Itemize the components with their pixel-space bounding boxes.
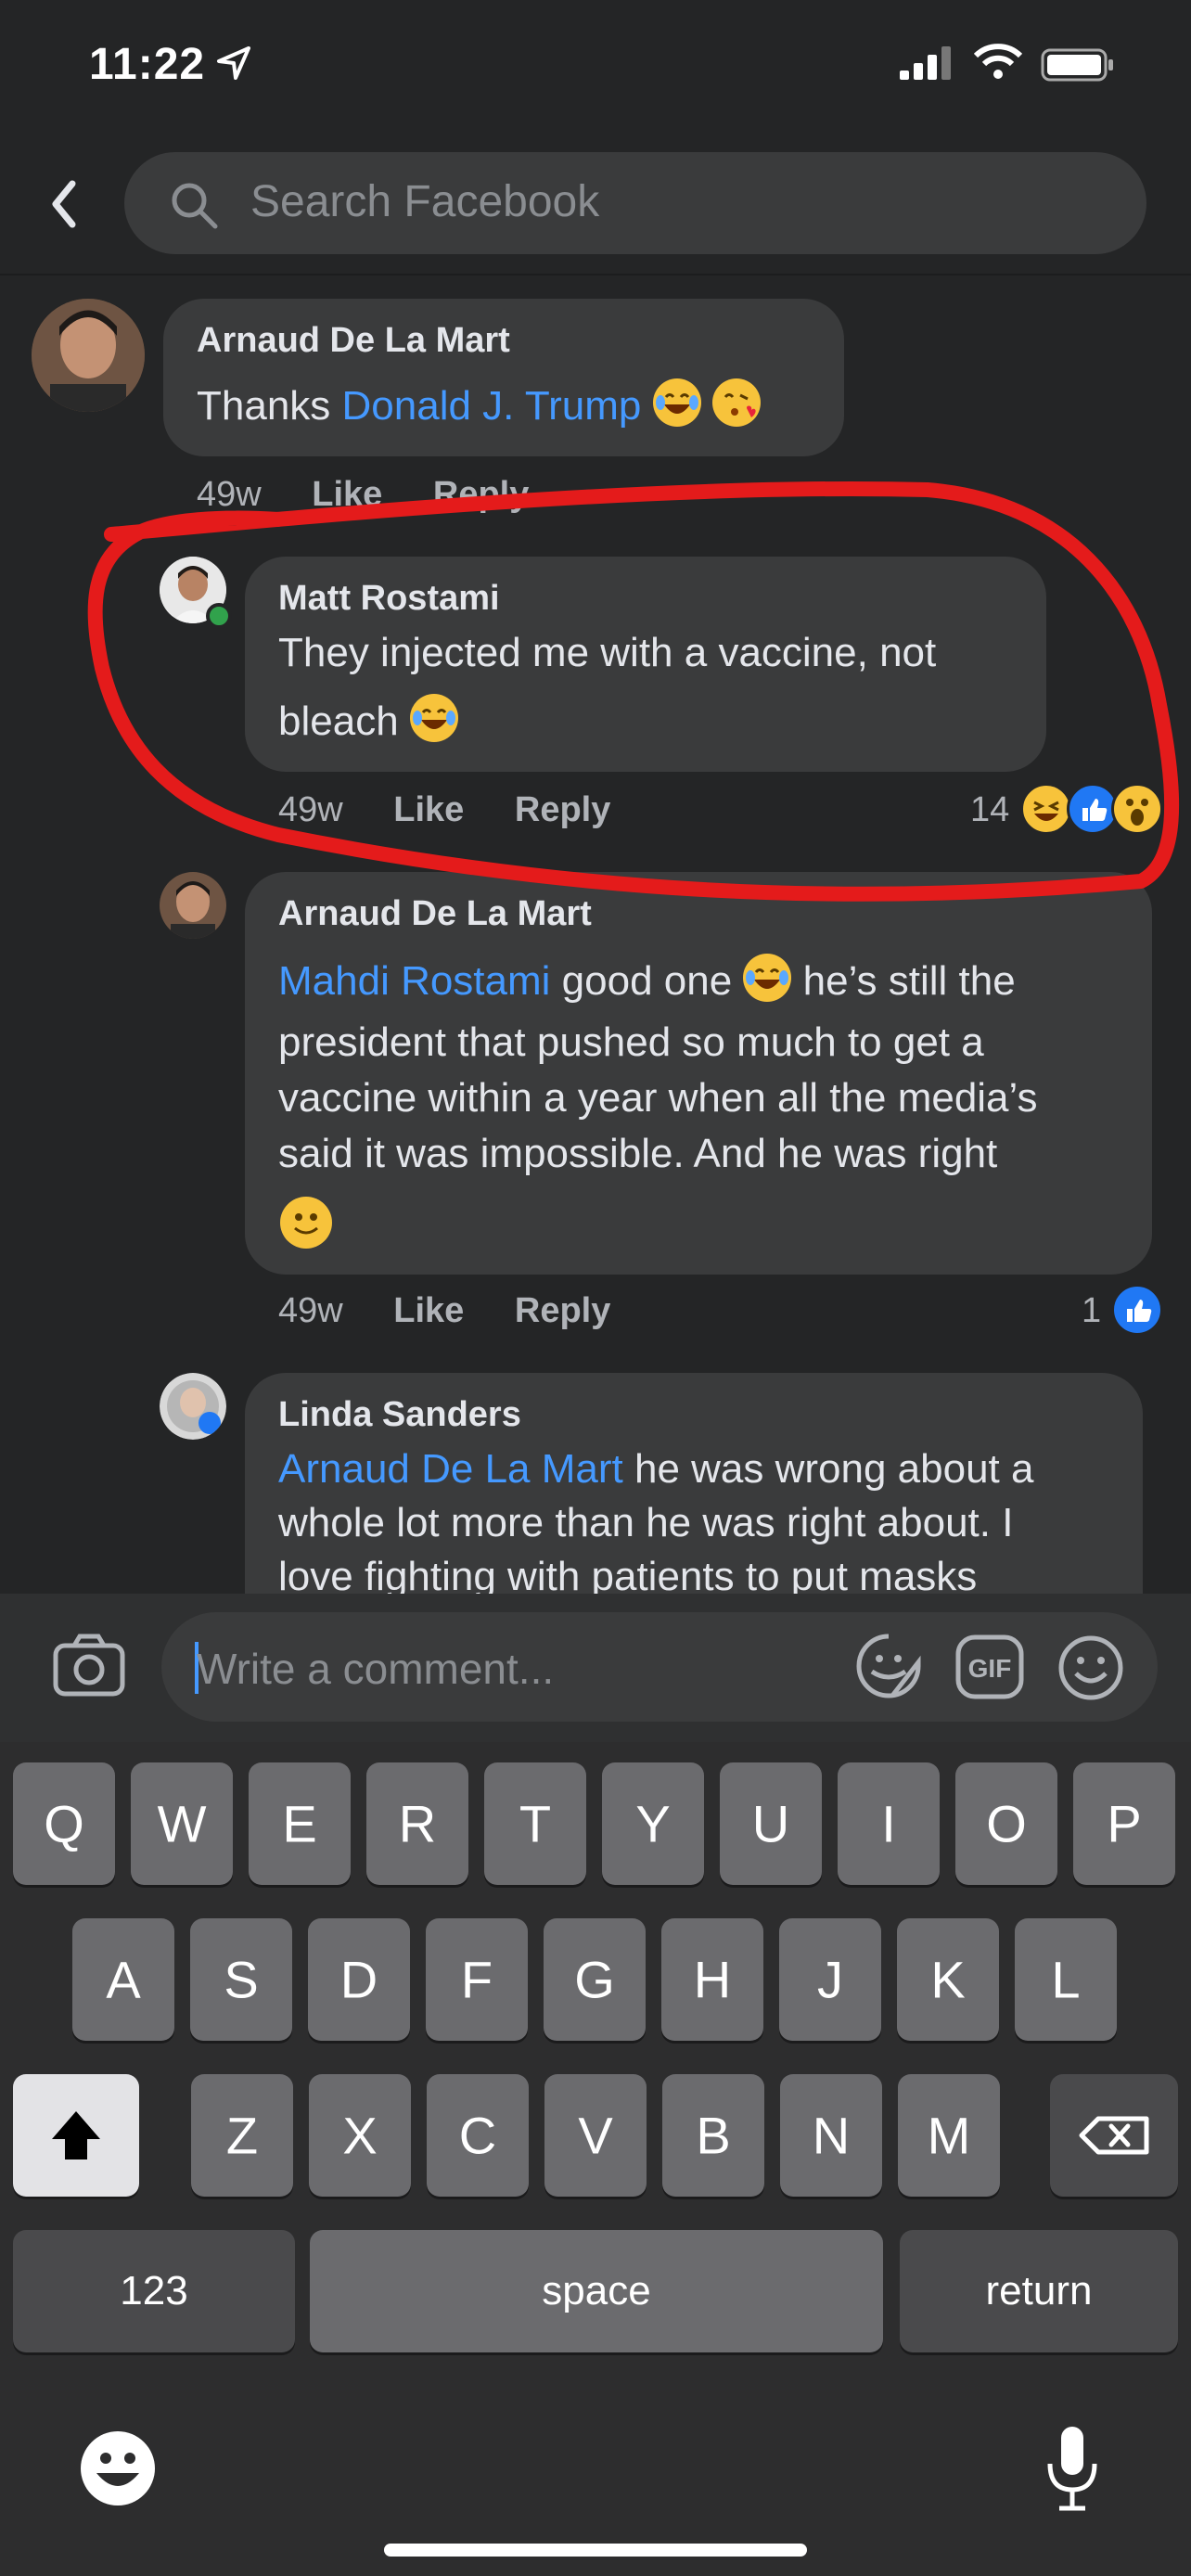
avatar[interactable] <box>160 872 226 939</box>
comment-text: Mahdi Rostami good one he’s still the <box>278 954 1016 1009</box>
mention-link[interactable]: Arnaud De La Mart <box>278 1446 623 1492</box>
comment-author[interactable]: Linda Sanders <box>278 1395 521 1435</box>
key-s[interactable]: S <box>190 1918 292 2041</box>
key-h[interactable]: H <box>661 1918 763 2041</box>
microphone-icon[interactable] <box>1043 2423 1102 2516</box>
key-k[interactable]: K <box>897 1918 999 2041</box>
key-l[interactable]: L <box>1015 1918 1117 2041</box>
like-button[interactable]: Like <box>393 1291 464 1330</box>
comment-meta: 49w Like Reply <box>278 790 610 830</box>
key-i[interactable]: I <box>838 1762 940 1885</box>
gif-icon[interactable]: GIF <box>955 1634 1024 1699</box>
comment-text: Arnaud De La Mart he was wrong about a <box>278 1442 1033 1497</box>
comment-text-line: They injected me with a vaccine, not <box>278 630 937 675</box>
comment-text: bleach <box>278 694 458 750</box>
comment-time: 49w <box>278 1291 343 1330</box>
comment-text-part: he’s still the <box>791 958 1016 1004</box>
key-u[interactable]: U <box>720 1762 822 1885</box>
comment-text-part: he was wrong about a <box>622 1446 1034 1492</box>
key-q[interactable]: Q <box>13 1762 115 1885</box>
comment-meta: 49w Like Reply <box>197 475 529 515</box>
key-b[interactable]: B <box>662 2074 764 2197</box>
avatar[interactable] <box>32 299 145 412</box>
key-p[interactable]: P <box>1073 1762 1175 1885</box>
key-t[interactable]: T <box>484 1762 586 1885</box>
space-key[interactable]: space <box>310 2230 883 2352</box>
reply-button[interactable]: Reply <box>433 475 529 514</box>
comment-author[interactable]: Matt Rostami <box>278 579 500 619</box>
key-y[interactable]: Y <box>602 1762 704 1885</box>
comment-text-part: good one <box>550 958 744 1004</box>
comment-text-line: vaccine within a year when all the media… <box>278 1075 1038 1121</box>
comment-text-part: bleach <box>278 698 399 744</box>
key-c[interactable]: C <box>427 2074 529 2197</box>
comment-author[interactable]: Arnaud De La Mart <box>197 321 510 361</box>
reply-button[interactable]: Reply <box>515 790 610 829</box>
key-o[interactable]: O <box>955 1762 1057 1885</box>
comment-text-line: whole lot more than he was right about. … <box>278 1500 1014 1545</box>
key-w[interactable]: W <box>131 1762 233 1885</box>
key-v[interactable]: V <box>544 2074 647 2197</box>
status-time: 11:22 <box>89 40 206 89</box>
shift-key[interactable] <box>13 2074 139 2197</box>
key-m[interactable]: M <box>898 2074 1000 2197</box>
key-r[interactable]: R <box>366 1762 468 1885</box>
comment-time: 49w <box>278 790 343 829</box>
avatar[interactable] <box>160 557 232 629</box>
laugh-reaction-icon[interactable] <box>1020 783 1072 835</box>
key-a[interactable]: A <box>72 1918 174 2041</box>
wow-reaction-icon[interactable] <box>1111 783 1163 835</box>
kissing-heart-emoji-icon <box>711 378 761 427</box>
backspace-key[interactable] <box>1050 2074 1178 2197</box>
mention-link[interactable]: Mahdi Rostami <box>278 958 550 1004</box>
reply-button[interactable]: Reply <box>515 1291 610 1330</box>
emoji-keyboard-icon[interactable] <box>78 2429 158 2508</box>
comment-time: 49w <box>197 475 262 514</box>
laughing-tears-emoji-icon <box>409 694 458 742</box>
reaction-count[interactable]: 14 <box>970 790 1009 830</box>
key-j[interactable]: J <box>779 1918 881 2041</box>
key-g[interactable]: G <box>544 1918 646 2041</box>
comment-author[interactable]: Arnaud De La Mart <box>278 894 592 934</box>
return-key[interactable]: return <box>900 2230 1178 2352</box>
svg-text:GIF: GIF <box>968 1654 1012 1683</box>
comment-meta: 49w Like Reply <box>278 1291 610 1331</box>
comment-text-line: president that pushed so much to get a <box>278 1019 984 1065</box>
laughing-tears-emoji-icon <box>652 378 701 427</box>
avatar[interactable] <box>160 1373 226 1440</box>
key-d[interactable]: D <box>308 1918 410 2041</box>
location-arrow-icon <box>217 46 250 80</box>
mention-link[interactable]: Donald J. Trump <box>342 383 642 429</box>
key-n[interactable]: N <box>780 2074 882 2197</box>
like-button[interactable]: Like <box>393 790 464 829</box>
reaction-count[interactable]: 1 <box>1082 1291 1101 1331</box>
wifi-icon <box>974 44 1022 79</box>
battery-icon <box>1041 48 1113 82</box>
key-x[interactable]: X <box>309 2074 411 2197</box>
online-status-indicator <box>206 603 232 629</box>
sticker-icon[interactable] <box>853 1631 924 1701</box>
like-reaction-icon[interactable] <box>1111 1284 1163 1336</box>
comment-input-placeholder: Write a comment... <box>197 1645 555 1693</box>
laughing-tears-emoji-icon <box>743 954 792 1002</box>
header-divider <box>0 274 1191 276</box>
key-z[interactable]: Z <box>191 2074 293 2197</box>
search-icon <box>172 183 218 229</box>
key-f[interactable]: F <box>426 1918 528 2041</box>
cellular-signal-icon <box>900 46 951 80</box>
camera-icon[interactable] <box>52 1633 126 1698</box>
like-button[interactable]: Like <box>312 475 382 514</box>
emoji-icon[interactable] <box>1057 1634 1124 1701</box>
slightly-smiling-emoji-icon <box>280 1197 332 1249</box>
key-e[interactable]: E <box>249 1762 351 1885</box>
comment-text-part: Thanks <box>197 383 342 429</box>
comment-text-line: said it was impossible. And he was right <box>278 1131 998 1176</box>
back-chevron-icon[interactable] <box>37 167 93 241</box>
comment-text: Thanks Donald J. Trump <box>197 378 761 434</box>
numbers-key[interactable]: 123 <box>13 2230 295 2352</box>
home-indicator[interactable] <box>384 2544 807 2557</box>
search-placeholder: Search Facebook <box>250 177 600 226</box>
